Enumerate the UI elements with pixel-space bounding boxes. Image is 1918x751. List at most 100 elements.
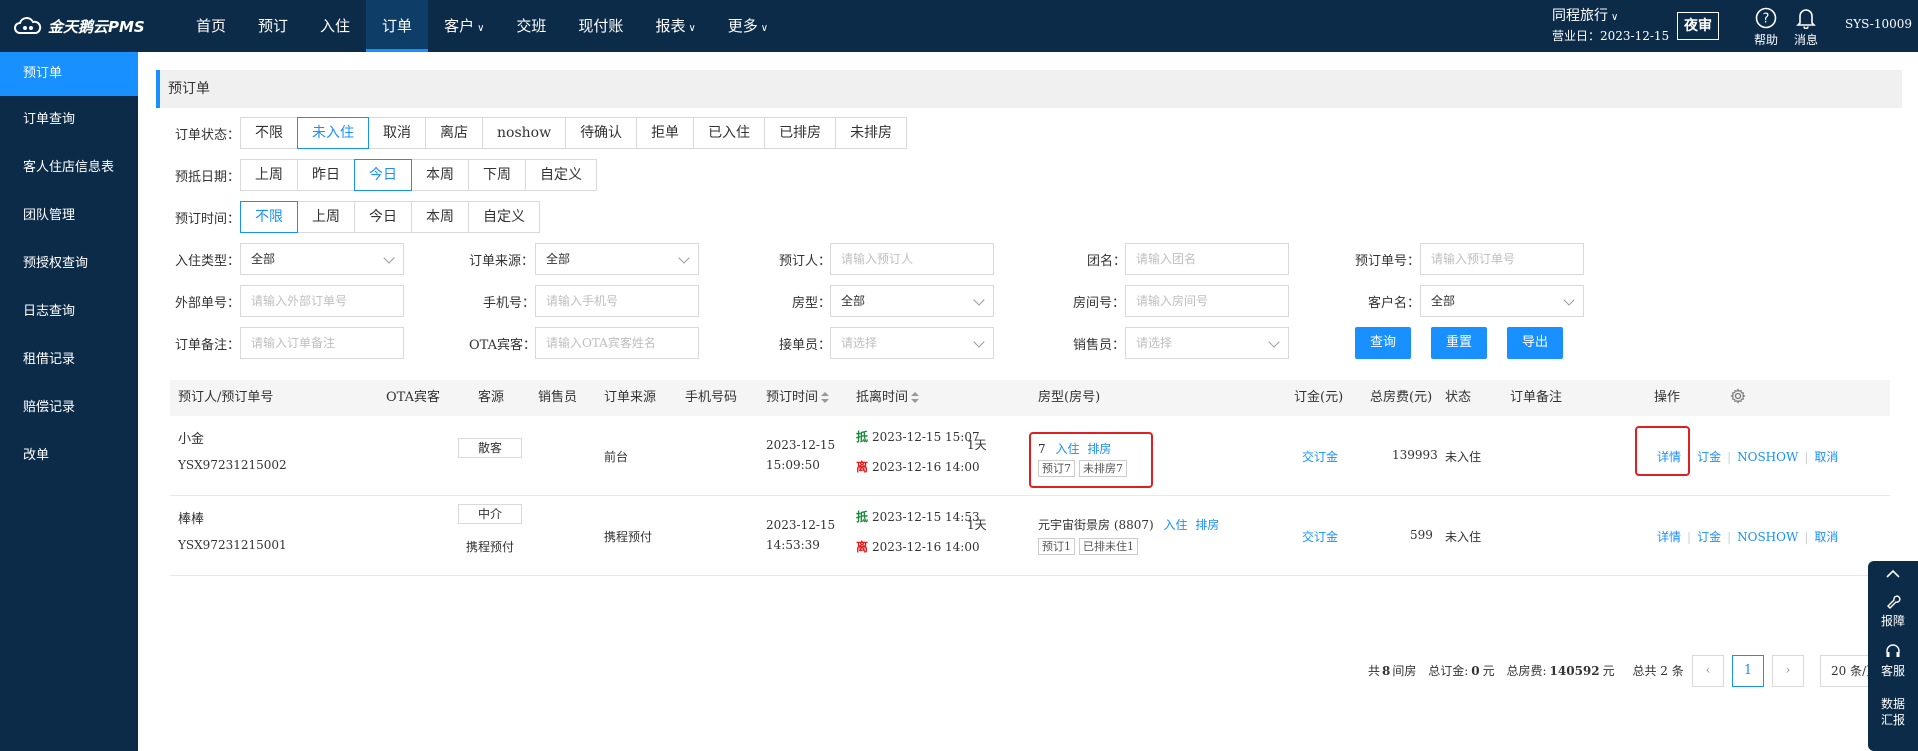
sidebar-item-team[interactable]: 团队管理	[0, 192, 138, 240]
hotel-selector[interactable]: 同程旅行 ∨ 营业日：2023-12-15	[1552, 7, 1669, 46]
summary-value: 0	[1471, 664, 1480, 678]
sidebar-item-preauth[interactable]: 预授权查询	[0, 240, 138, 288]
booking-time-option-custom[interactable]: 自定义	[468, 201, 540, 233]
booking-no-input[interactable]	[1420, 243, 1584, 275]
deposit-link[interactable]: 订金	[1697, 530, 1721, 544]
prev-page-button[interactable]: ‹	[1692, 655, 1724, 687]
main-nav: 首页 预订 入住 订单 客户 ∨ 交班 现付账 报表 ∨ 更多 ∨	[180, 0, 784, 52]
arrival-option-today[interactable]: 今日	[354, 159, 412, 191]
pay-deposit-link[interactable]: 交订金	[1302, 448, 1338, 465]
room-type-select[interactable]: 全部	[830, 285, 994, 317]
leave-time: 离 2023-12-16 14:00	[856, 538, 980, 555]
sidebar-item-guest-info[interactable]: 客人住店信息表	[0, 144, 138, 192]
reset-button[interactable]: 重置	[1431, 327, 1487, 359]
customer-service-button[interactable]: 客服	[1868, 643, 1918, 679]
sidebar-item-order-query[interactable]: 订单查询	[0, 96, 138, 144]
col-arrive-leave[interactable]: 抵离时间	[856, 380, 920, 416]
phone-input[interactable]	[535, 285, 699, 317]
arrival-option-yesterday[interactable]: 昨日	[297, 159, 355, 191]
room-assign-link[interactable]: 排房	[1195, 518, 1219, 532]
svg-text:?: ?	[1763, 12, 1770, 27]
cancel-link[interactable]: 取消	[1814, 450, 1838, 464]
select-value: 全部	[841, 294, 866, 308]
nav-shift[interactable]: 交班	[500, 0, 562, 52]
detail-link[interactable]: 详情	[1657, 530, 1681, 544]
nav-reports[interactable]: 报表 ∨	[639, 0, 711, 52]
status-option-assigned[interactable]: 已排房	[764, 117, 837, 149]
col-deposit: 订金(元)	[1294, 390, 1344, 405]
room-no-input[interactable]	[1125, 285, 1289, 317]
nav-checkin[interactable]: 入住	[304, 0, 366, 52]
checkin-type-select[interactable]: 全部	[240, 243, 404, 275]
user-account[interactable]: SYS-10009	[1845, 17, 1912, 31]
room-checkin-link[interactable]: 入住	[1164, 518, 1188, 532]
salesperson-select[interactable]: 请选择	[1125, 327, 1289, 359]
nav-customers[interactable]: 客户 ∨	[428, 0, 500, 52]
search-button[interactable]: 查询	[1355, 327, 1411, 359]
status-option-checked-in[interactable]: 已入住	[693, 117, 766, 149]
next-page-button[interactable]: ›	[1772, 655, 1804, 687]
nav-cash[interactable]: 现付账	[562, 0, 639, 52]
collapse-button[interactable]	[1868, 567, 1918, 583]
external-no-input[interactable]	[240, 285, 404, 317]
nav-orders[interactable]: 订单	[366, 0, 429, 52]
col-booker: 预订人/预订单号	[178, 390, 274, 405]
status-option-pending[interactable]: 待确认	[565, 117, 638, 149]
export-button[interactable]: 导出	[1507, 327, 1563, 359]
col-booking-time[interactable]: 预订时间	[766, 380, 830, 416]
data-report-button[interactable]: 数据汇报	[1868, 696, 1918, 728]
col-room-type: 房型(房号)	[1038, 390, 1101, 405]
sidebar-item-modify[interactable]: 改单	[0, 432, 138, 480]
source-tag: 中介	[458, 504, 522, 524]
booking-time-option-last-week[interactable]: 上周	[297, 201, 355, 233]
arrival-option-last-week[interactable]: 上周	[240, 159, 298, 191]
status-option-unassigned[interactable]: 未排房	[835, 117, 908, 149]
deposit-link[interactable]: 订金	[1697, 450, 1721, 464]
gear-icon[interactable]	[1730, 388, 1746, 409]
status-option-departed[interactable]: 离店	[425, 117, 483, 149]
night-audit-button[interactable]: 夜审	[1677, 12, 1719, 40]
booking-time-group: 不限 上周 今日 本周 自定义	[240, 201, 540, 233]
chevron-down-icon: ∨	[760, 23, 769, 34]
sidebar-item-booking-orders[interactable]: 预订单	[0, 52, 138, 96]
noshow-link[interactable]: NOSHOW	[1737, 450, 1798, 464]
arrival-option-this-week[interactable]: 本周	[411, 159, 469, 191]
nav-home[interactable]: 首页	[180, 0, 242, 52]
ota-guest-input[interactable]	[535, 327, 699, 359]
arrive-time: 抵 2023-12-15 14:53	[856, 508, 980, 525]
customer-select[interactable]: 全部	[1420, 285, 1584, 317]
booking-time-option-all[interactable]: 不限	[240, 201, 298, 233]
booking-time-option-today[interactable]: 今日	[354, 201, 412, 233]
group-name-input[interactable]	[1125, 243, 1289, 275]
messages-button[interactable]: 消息	[1786, 5, 1826, 48]
detail-highlight-box	[1635, 426, 1690, 476]
remark-input[interactable]	[240, 327, 404, 359]
status-option-cancelled[interactable]: 取消	[368, 117, 426, 149]
status-option-noshow[interactable]: noshow	[482, 117, 567, 149]
pay-deposit-link[interactable]: 交订金	[1302, 528, 1338, 545]
sidebar-item-logs[interactable]: 日志查询	[0, 288, 138, 336]
sidebar-item-compensation[interactable]: 赔偿记录	[0, 384, 138, 432]
nav-booking[interactable]: 预订	[242, 0, 304, 52]
arrival-option-custom[interactable]: 自定义	[525, 159, 597, 191]
cancel-link[interactable]: 取消	[1814, 530, 1838, 544]
noshow-link[interactable]: NOSHOW	[1737, 530, 1798, 544]
page-1-button[interactable]: 1	[1732, 655, 1764, 687]
source-sub: 携程预付	[466, 540, 515, 554]
status-option-all[interactable]: 不限	[240, 117, 298, 149]
help-button[interactable]: ? 帮助	[1746, 5, 1786, 48]
order-source-select[interactable]: 全部	[535, 243, 699, 275]
report-fault-button[interactable]: 报障	[1868, 593, 1918, 629]
status-option-not-checked-in[interactable]: 未入住	[297, 117, 369, 149]
receiver-select[interactable]: 请选择	[830, 327, 994, 359]
nav-label: 交班	[516, 17, 547, 35]
sidebar-item-rentals[interactable]: 租借记录	[0, 336, 138, 384]
booking-time-option-this-week[interactable]: 本周	[411, 201, 469, 233]
booking-clock: 15:09:50	[766, 458, 820, 472]
arrival-option-next-week[interactable]: 下周	[468, 159, 526, 191]
chevron-down-icon	[973, 294, 985, 306]
booker-input[interactable]	[830, 243, 994, 275]
status-option-rejected[interactable]: 拒单	[636, 117, 695, 149]
app-logo[interactable]: 金天鹅云PMS	[14, 14, 145, 38]
nav-more[interactable]: 更多 ∨	[712, 0, 784, 52]
